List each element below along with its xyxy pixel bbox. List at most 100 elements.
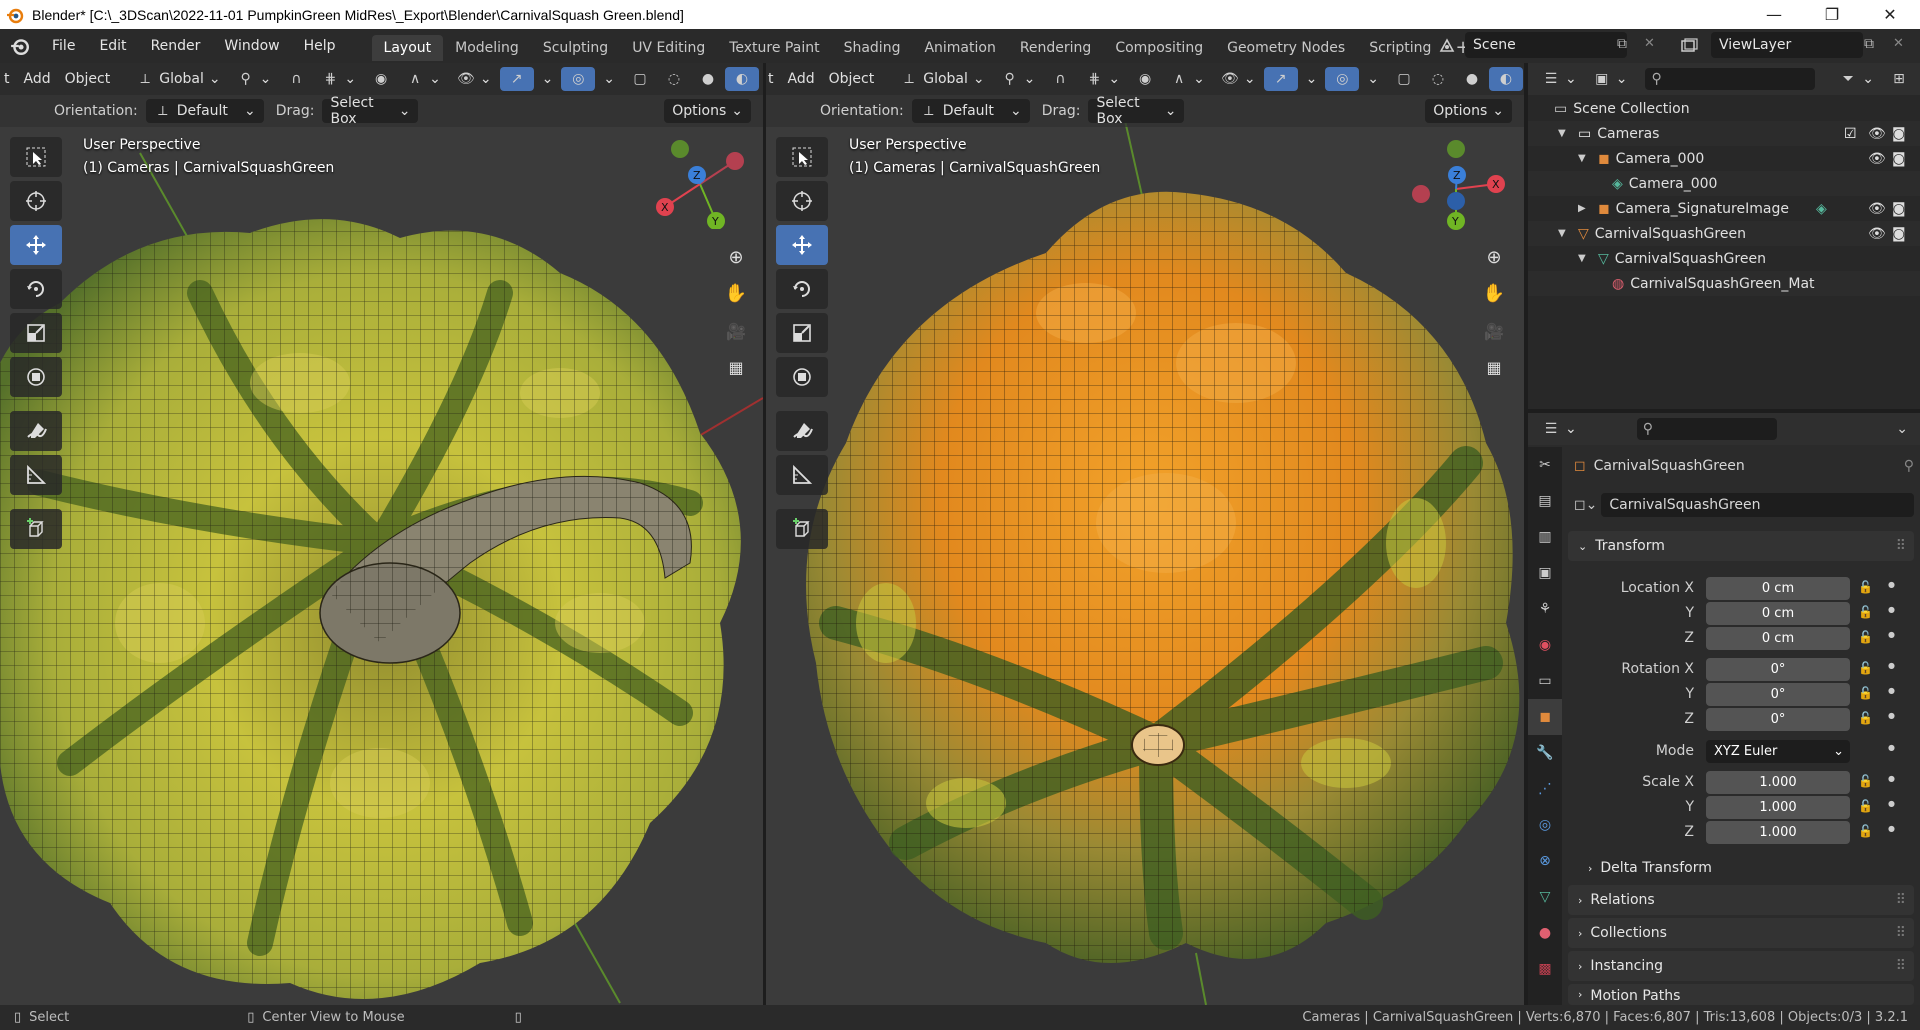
particles-tab[interactable]: ⋰ [1528, 771, 1562, 807]
scale-tool[interactable] [10, 313, 62, 353]
location-x-field[interactable]: 0 cm [1706, 577, 1850, 600]
proportional-falloff-dropdown[interactable]: ∧ ⌄ [398, 67, 449, 91]
solid-shading-button[interactable]: ● [1455, 67, 1489, 91]
tab-sculpting[interactable]: Sculpting [531, 35, 620, 61]
world-tab[interactable]: ◉ [1528, 627, 1562, 663]
camera-render-icon[interactable]: ◙ [1892, 226, 1906, 242]
solid-shading-button[interactable]: ● [691, 67, 725, 91]
lock-icon[interactable]: 🔓 [1858, 711, 1873, 725]
pivot-point-dropdown[interactable]: ⚲ ⌄ [229, 67, 280, 91]
maximize-button[interactable]: ❐ [1803, 0, 1861, 29]
keyframe-dot-icon[interactable]: ● [1888, 630, 1895, 639]
overlay-dropdown[interactable]: ⌄ [1359, 67, 1387, 91]
delta-transform-subpanel[interactable]: › Delta Transform [1588, 853, 1712, 883]
keyframe-dot-icon[interactable]: ● [1888, 743, 1895, 752]
rotation-x-field[interactable]: 0° [1706, 658, 1850, 681]
view3d-object-menu[interactable]: Object [65, 71, 111, 87]
navigation-gizmo[interactable]: X Y Z [1406, 139, 1506, 239]
tab-geometry-nodes[interactable]: Geometry Nodes [1215, 35, 1357, 61]
delete-scene-icon[interactable]: ✕ [1644, 36, 1664, 56]
object-browse-icon[interactable]: ◻⌄ [1574, 497, 1597, 513]
drag-dropdown[interactable]: Select Box ⌄ [1088, 95, 1185, 127]
proportional-edit-toggle[interactable]: ◉ [1128, 67, 1162, 91]
exclude-checkbox-icon[interactable]: ☑ [1844, 126, 1857, 142]
rotation-z-field[interactable]: 0° [1706, 708, 1850, 731]
annotate-tool[interactable] [776, 411, 828, 451]
xray-toggle[interactable]: ▢ [623, 67, 657, 91]
drag-handle-icon[interactable]: ⠿ [1896, 925, 1906, 941]
rotation-mode-dropdown[interactable]: XYZ Euler ⌄ [1706, 740, 1850, 763]
physics-tab[interactable]: ◎ [1528, 807, 1562, 843]
location-y-field[interactable]: 0 cm [1706, 602, 1850, 625]
snap-target-dropdown[interactable]: ⋕ ⌄ [1077, 67, 1128, 91]
modifier-tab[interactable]: 🔧 [1528, 735, 1562, 771]
annotate-tool[interactable] [10, 411, 62, 451]
menu-help[interactable]: Help [292, 29, 348, 63]
chevron-down-icon[interactable]: ⌄ [1896, 421, 1908, 437]
view-layer-tab[interactable]: ▣ [1528, 555, 1562, 591]
keyframe-dot-icon[interactable]: ● [1888, 824, 1895, 833]
scene-icon[interactable] [1430, 34, 1464, 58]
keyframe-dot-icon[interactable]: ● [1888, 774, 1895, 783]
gizmo-dropdown[interactable]: ⌄ [534, 67, 562, 91]
editor-type-dropdown[interactable]: ☰ ⌄ [1534, 67, 1585, 91]
camera-view-button[interactable]: 🎥 [720, 315, 752, 347]
scale-tool[interactable] [776, 313, 828, 353]
gizmo-toggle[interactable]: ↗ [1263, 67, 1298, 91]
camera-render-icon[interactable]: ◙ [1892, 151, 1906, 167]
pan-view-button[interactable]: ✋ [720, 277, 752, 309]
select-box-tool[interactable] [776, 137, 828, 177]
transform-orientation-dropdown[interactable]: ⟂ Global ⌄ [128, 67, 228, 91]
snap-toggle[interactable]: ∩ [1043, 67, 1077, 91]
wireframe-shading-button[interactable]: ◌ [657, 67, 691, 91]
rendered-shading-button[interactable]: ◔ [1523, 67, 1524, 91]
rendered-shading-button[interactable]: ◔ [759, 67, 763, 91]
new-scene-icon[interactable]: ⧉ [1617, 36, 1637, 56]
tab-shading[interactable]: Shading [832, 35, 913, 61]
cursor-tool[interactable] [10, 181, 62, 221]
transform-panel-header[interactable]: ⌄ Transform ⠿ [1568, 531, 1914, 561]
tab-compositing[interactable]: Compositing [1103, 35, 1215, 61]
proportional-edit-toggle[interactable]: ◉ [364, 67, 398, 91]
rotation-y-field[interactable]: 0° [1706, 683, 1850, 706]
eye-icon[interactable]: 👁 [1868, 226, 1886, 242]
collections-panel-header[interactable]: › Collections ⠿ [1568, 918, 1914, 948]
add-cube-tool[interactable] [776, 509, 828, 549]
tab-uv-editing[interactable]: UV Editing [620, 35, 717, 61]
keyframe-dot-icon[interactable]: ● [1888, 580, 1895, 589]
drag-dropdown[interactable]: Select Box ⌄ [322, 95, 419, 127]
outliner-row-cameras[interactable]: ▼ ▭ Cameras ☑ 👁 ◙ [1528, 121, 1920, 146]
transform-tool[interactable] [776, 357, 828, 397]
menu-edit[interactable]: Edit [87, 29, 138, 63]
object-tab[interactable]: ◼ [1528, 699, 1562, 735]
drag-handle-icon[interactable]: ⠿ [1896, 538, 1906, 554]
outliner-search-input[interactable]: ⚲ [1645, 68, 1816, 90]
filter-dropdown[interactable]: ⏷ ⌄ [1831, 67, 1882, 91]
eye-icon[interactable]: 👁 [1868, 201, 1886, 217]
scene-selector[interactable]: Scene [1465, 32, 1627, 58]
eye-icon[interactable]: 👁 [1868, 126, 1886, 142]
eye-icon[interactable]: 👁 [1868, 151, 1886, 167]
perspective-toggle-button[interactable]: ▦ [720, 351, 752, 383]
object-visibility-dropdown[interactable]: 👁 ⌄ [449, 67, 500, 91]
perspective-toggle-button[interactable]: ▦ [1478, 351, 1510, 383]
object-visibility-dropdown[interactable]: 👁 ⌄ [1213, 67, 1264, 91]
gizmo-toggle[interactable]: ↗ [499, 67, 534, 91]
collapse-arrow-icon[interactable]: ▶ [1578, 203, 1592, 214]
overlay-dropdown[interactable]: ⌄ [595, 67, 623, 91]
orientation-dropdown[interactable]: ⟂ Default ⌄ [145, 99, 264, 123]
new-view-layer-icon[interactable]: ⧉ [1864, 36, 1884, 56]
properties-search-input[interactable]: ⚲ [1636, 418, 1777, 440]
keyframe-dot-icon[interactable]: ● [1888, 686, 1895, 695]
pin-icon[interactable]: ⚲ [1904, 458, 1914, 474]
overlay-toggle[interactable]: ◎ [1325, 67, 1360, 91]
measure-tool[interactable] [10, 455, 62, 495]
expand-arrow-icon[interactable]: ▼ [1558, 228, 1572, 239]
expand-arrow-icon[interactable]: ▼ [1558, 128, 1572, 139]
gizmo-dropdown[interactable]: ⌄ [1298, 67, 1326, 91]
object-name-field[interactable]: CarnivalSquashGreen [1601, 493, 1914, 517]
view3d-object-menu[interactable]: Object [829, 71, 875, 87]
location-z-field[interactable]: 0 cm [1706, 627, 1850, 650]
lock-icon[interactable]: 🔓 [1858, 774, 1873, 788]
viewport-left[interactable]: t Add Object ⟂ Global ⌄ ⚲ ⌄ ∩ ⋕ ⌄ ◉ ∧ ⌄ 👁 ⌄ … [0, 63, 763, 1005]
